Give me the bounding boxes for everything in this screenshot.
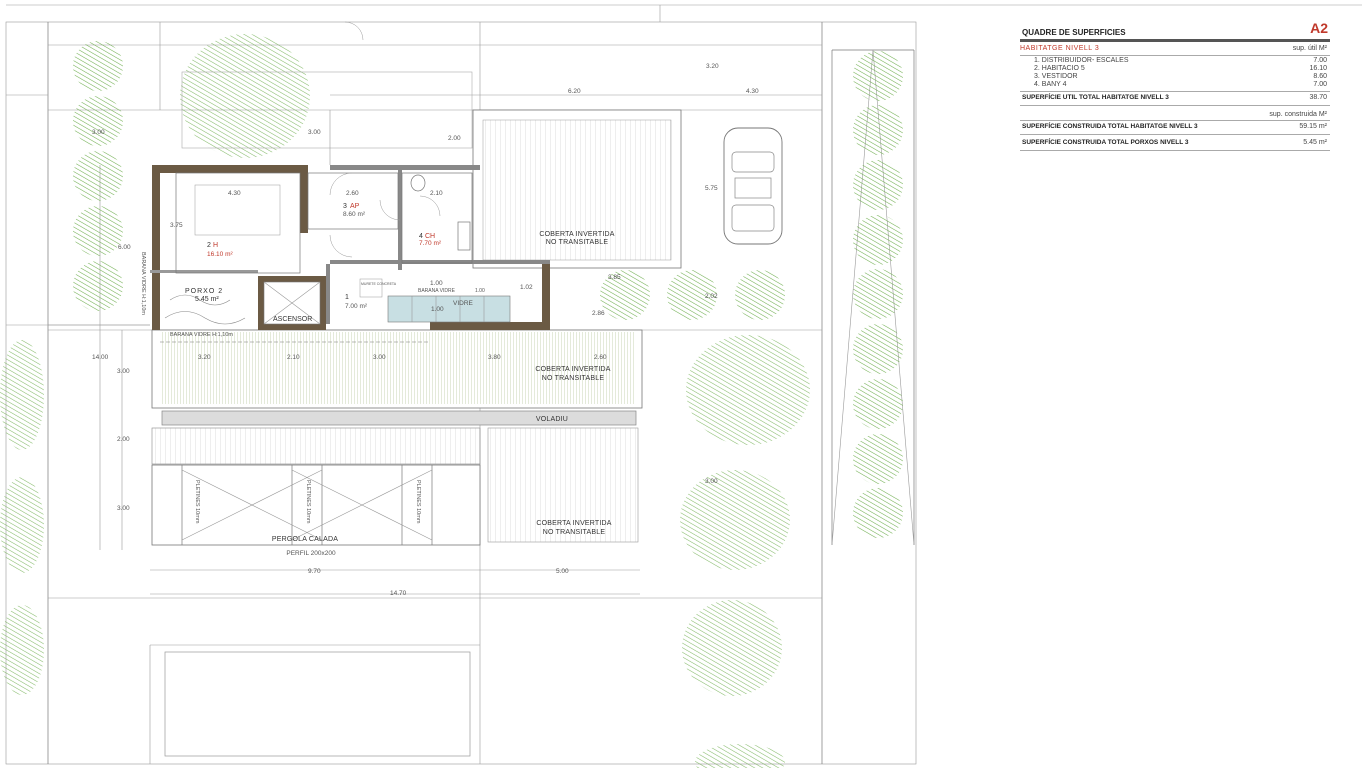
room-area: 7.00 [1313,57,1327,64]
room-ch4-num: 4 [419,233,423,240]
schedule-header-bar [1020,39,1330,42]
rail-horizontal: BARANA VIDRE H:1,10m [170,332,233,338]
dim-260-row: 2.60 [594,354,607,361]
room-h2-code: H [213,242,218,249]
roof-bottom-line2: NO TRANSITABLE [543,529,606,536]
schedule-separator [1020,150,1330,151]
overhang-label: VOLADIU [536,416,568,423]
dim-620: 6.20 [568,88,581,95]
dim-500: 5.00 [556,568,569,575]
room-label: 2. HABITACIO 5 [1034,65,1085,72]
rail-vertical: BARANA VIDRE H:1,10m [140,252,146,315]
unit-useful: sup. útil M² [1292,45,1327,52]
porch-total-value: 5.45 m² [1303,139,1327,146]
slats-label-2: PLETINES 10mm [305,480,311,524]
car-symbol [723,127,783,245]
room-ap3-code: AP [350,203,360,210]
lift-label: ASCENSOR [273,316,312,323]
dim-600: 6.00 [118,244,131,251]
schedule-separator [1020,120,1330,121]
dim-1400: 14.00 [92,354,109,361]
section-name: HABITATGE NIVELL 3 [1020,45,1100,52]
useful-total-value: 38.70 [1309,94,1327,101]
dim-385: 3.85 [608,274,621,281]
schedule-separator [1020,91,1330,92]
dim-430-top: 4.30 [746,88,759,95]
roof-top-line1: COBERTA INVERTIDA [539,231,614,238]
dim-202: 2.02 [705,293,718,300]
dim-320-row: 3.20 [198,354,211,361]
schedule-separator [1020,105,1330,106]
dim-300-row: 3.00 [373,354,386,361]
pool-outline [164,651,471,757]
porch-total-label: SUPERFÍCIE CONSTRUIDA TOTAL PORXOS NIVEL… [1022,139,1189,146]
dim-300-v2: 3.00 [117,505,130,512]
stair-note: BARANA VIDRE [418,288,456,294]
dim-200-top: 2.00 [448,135,461,142]
trees-right [853,51,903,538]
dim-300-right: 3.00 [705,478,718,485]
dim-970: 9.70 [308,568,321,575]
unit-built: sup. construida M² [1269,111,1327,118]
dim-260: 2.60 [346,190,359,197]
room-h2-num: 2 [207,242,211,249]
glass-label: VIDRE [453,300,474,307]
slats-label-1: PLETINES 10mm [194,480,200,524]
dim-380: 3.80 [488,354,501,361]
trees-center [600,270,785,320]
room-ap3-area: 8.60 m² [343,211,366,218]
roof-middle-line1: COBERTA INVERTIDA [535,366,610,373]
dim-102: 1.02 [520,284,533,291]
dim-210-row: 2.10 [287,354,300,361]
built-total-value: 59.15 m² [1299,123,1327,130]
profile-label: PERFIL 200x200 [286,550,336,557]
dim-375: 3.75 [170,222,183,229]
room-label: 1. DISTRIBUIDOR- ESCALES [1034,57,1129,64]
hole-note: MURETE CONCRETA [361,282,397,286]
schedule-separator [1020,134,1330,135]
dim-200-v: 2.00 [117,436,130,443]
schedule-separator [1020,55,1330,56]
room-ap3-num: 3 [343,203,347,210]
room-d1-area: 7.00 m² [345,303,368,310]
dim-300-left: 3.00 [92,129,105,136]
dim-300-v1: 3.00 [117,368,130,375]
sheet-code: A2 [1310,20,1328,36]
useful-total-label: SUPERFÍCIE UTIL TOTAL HABITATGE NIVELL 3 [1022,94,1169,101]
room-label: 4. BANY 4 [1034,81,1067,88]
slats-label-3: PLETINES 10mm [415,480,421,524]
schedule-title: QUADRE DE SUPERFICIES [1022,28,1126,37]
room-ch4-area: 7.70 m² [419,240,442,247]
room-h2-area: 16.10 m² [207,251,233,258]
floor-plan-drawing: 2 H 16.10 m² 3 AP 8.60 m² 4 CH 7.70 m² 1… [0,4,1362,768]
room-area: 16.10 [1309,65,1327,72]
dim-210-room: 2.10 [430,190,443,197]
pergola-label: PERGOLA CALADA [272,536,338,543]
porch-name: PORXO 2 [185,288,223,295]
dim-286: 2.86 [592,310,605,317]
porch-area: 5.45 m² [195,296,219,303]
room-area: 7.00 [1313,81,1327,88]
roof-top-line2: NO TRANSITABLE [546,239,609,246]
room-label: 3. VESTIDOR [1034,73,1078,80]
roof-middle-line2: NO TRANSITABLE [542,375,605,382]
room-area: 8.60 [1313,73,1327,80]
pergola [151,427,481,546]
trees-left [73,41,123,311]
dim-top-320: 3.20 [706,63,719,70]
dim-tree-label: 3.00 [308,129,321,136]
dim-100-stair: 1.00 [430,280,443,287]
dim-575: 5.75 [705,185,718,192]
stair-note-value: 1.00 [475,288,485,294]
dim-1470: 14.70 [390,590,407,597]
dim-430-room: 4.30 [228,190,241,197]
dim-100-glass: 1.00 [431,306,444,313]
roof-bottom-line1: COBERTA INVERTIDA [536,520,611,527]
room-ch4-code: CH [425,233,435,240]
built-total-label: SUPERFÍCIE CONSTRUIDA TOTAL HABITATGE NI… [1022,123,1198,130]
room-d1-num: 1 [345,294,349,301]
